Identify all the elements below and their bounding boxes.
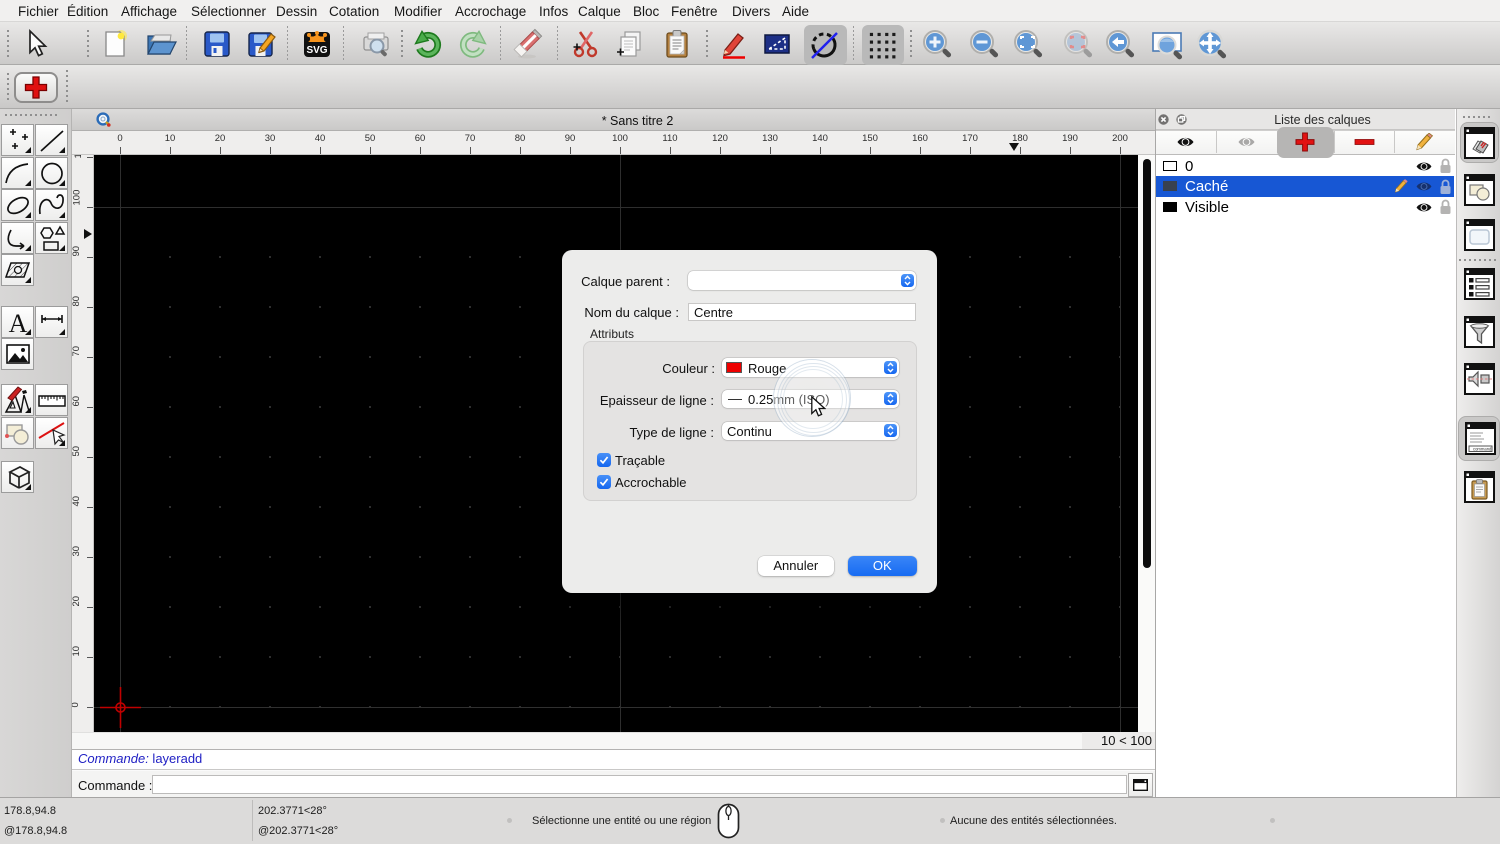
svg-text:SVG: SVG [306,45,327,56]
svg-text:command: command [1473,447,1492,452]
